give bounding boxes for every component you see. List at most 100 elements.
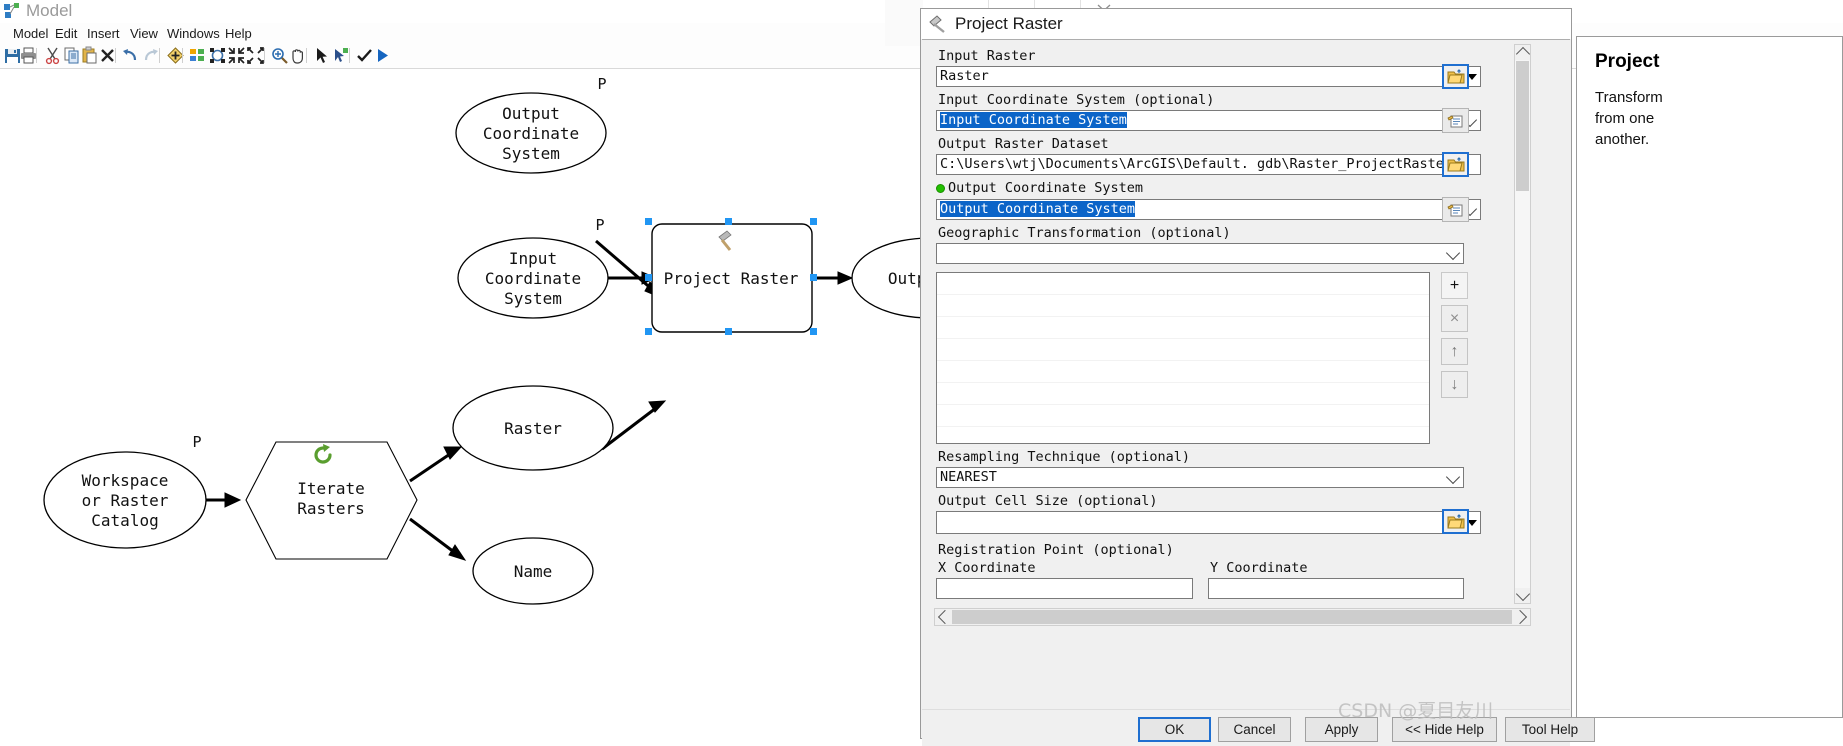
output-coordinate-system-combobox[interactable]: Output Coordinate System (936, 199, 1481, 220)
scroll-right-button[interactable] (1512, 609, 1529, 625)
full-extent-icon[interactable] (208, 46, 227, 65)
hammer-tool-icon (929, 15, 949, 33)
svg-text:Catalog: Catalog (91, 511, 158, 530)
add-row-button[interactable]: + (1441, 272, 1468, 299)
svg-text:Output: Output (502, 104, 560, 123)
list-item[interactable] (937, 273, 1429, 295)
undo-icon[interactable] (121, 46, 140, 65)
node-workspace-or-raster-catalog[interactable]: Workspace or Raster Catalog P (43, 433, 207, 549)
cancel-button[interactable]: Cancel (1218, 717, 1291, 742)
output-raster-dataset-browse-button[interactable] (1442, 152, 1469, 177)
scroll-left-button[interactable] (936, 609, 953, 625)
input-coordinate-system-combobox[interactable]: Input Coordinate System (936, 110, 1481, 131)
node-iterate-rasters[interactable]: Iterate Rasters (245, 441, 418, 560)
auto-layout-icon[interactable] (188, 46, 207, 65)
run-play-icon[interactable] (373, 46, 392, 65)
selection-handle[interactable] (645, 274, 652, 281)
model-window-title: Model (26, 1, 73, 20)
geographic-transformation-combobox[interactable] (936, 243, 1464, 264)
ok-button[interactable]: OK (1138, 717, 1211, 742)
selection-handle[interactable] (810, 328, 817, 335)
svg-text:Workspace: Workspace (82, 471, 169, 490)
zoom-tool-icon[interactable] (270, 46, 289, 65)
list-item[interactable] (937, 405, 1429, 427)
help-title: Project (1595, 51, 1660, 72)
selection-handle[interactable] (810, 274, 817, 281)
output-coordinate-system-properties-button[interactable] (1442, 197, 1469, 222)
resampling-technique-combobox[interactable]: NEAREST (936, 467, 1464, 488)
validate-check-icon[interactable] (355, 46, 374, 65)
scrollbar-thumb[interactable] (1516, 61, 1529, 191)
list-item[interactable] (937, 383, 1429, 405)
input-raster-browse-button[interactable] (1442, 64, 1469, 89)
move-down-button[interactable]: ↓ (1441, 371, 1468, 398)
dialog-horizontal-scrollbar[interactable] (934, 608, 1531, 626)
x-coordinate-input[interactable] (936, 578, 1193, 599)
node-input-coordinate-system[interactable]: Input Coordinate System P (457, 216, 609, 319)
menu-model[interactable]: Model (8, 24, 53, 44)
menu-help[interactable]: Help (220, 24, 257, 44)
remove-row-button[interactable]: × (1441, 305, 1468, 332)
scroll-down-button[interactable] (1515, 586, 1530, 603)
node-output-coordinate-system[interactable]: Output Coordinate System P (455, 75, 607, 174)
list-item[interactable] (937, 317, 1429, 339)
project-raster-dialog: Project Raster Input Raster Raster Input… (920, 8, 1595, 746)
parameter-pane: Input Raster Raster Input Coordinate Sys… (934, 44, 1499, 604)
hscrollbar-thumb[interactable] (952, 610, 1512, 624)
toolbar-separator (115, 48, 116, 63)
selection-handle[interactable] (725, 328, 732, 335)
selection-handle[interactable] (725, 218, 732, 225)
svg-text:System: System (504, 289, 562, 308)
output-raster-dataset-input[interactable]: C:\Users\wtj\Documents\ArcGIS\Default. g… (936, 154, 1481, 175)
tool-help-panel: Project Transform from one another. (1576, 36, 1843, 718)
pan-tool-icon[interactable] (288, 46, 307, 65)
y-coordinate-input[interactable] (1208, 578, 1464, 599)
output-cell-size-browse-button[interactable] (1442, 509, 1469, 534)
selection-handle[interactable] (645, 218, 652, 225)
cut-icon[interactable] (43, 46, 62, 65)
redo-icon[interactable] (141, 46, 160, 65)
zoom-out-extent-icon[interactable] (227, 46, 246, 65)
node-name[interactable]: Name (472, 537, 594, 605)
copy-icon[interactable] (62, 46, 81, 65)
connect-tool-icon[interactable] (331, 46, 350, 65)
input-raster-combobox[interactable]: Raster (936, 66, 1481, 87)
output-cell-size-combobox[interactable] (936, 511, 1481, 534)
menu-edit[interactable]: Edit (50, 24, 82, 44)
paste-icon[interactable] (80, 46, 99, 65)
chevron-down-icon[interactable] (1445, 469, 1461, 484)
list-item[interactable] (937, 427, 1429, 449)
scroll-up-button[interactable] (1515, 45, 1530, 62)
resampling-technique-label: Resampling Technique (optional) (938, 449, 1190, 465)
node-raster[interactable]: Raster (452, 385, 614, 471)
help-body: Transform from one another. (1595, 89, 1663, 148)
menu-insert[interactable]: Insert (82, 24, 125, 44)
select-arrow-icon[interactable] (312, 46, 331, 65)
input-coordinate-system-properties-button[interactable] (1442, 108, 1469, 133)
model-diagram[interactable]: Output Coordinate System P Input Coordin… (0, 69, 930, 737)
output-raster-dataset-label: Output Raster Dataset (938, 136, 1109, 152)
list-item[interactable] (937, 339, 1429, 361)
move-up-button[interactable]: ↑ (1441, 338, 1468, 365)
toolbar-separator (264, 48, 265, 63)
svg-text:Project Raster: Project Raster (664, 269, 799, 288)
geographic-transformation-listbox[interactable] (936, 272, 1430, 449)
toolbar-separator (182, 48, 183, 63)
dialog-vertical-scrollbar[interactable] (1514, 44, 1531, 604)
svg-text:P: P (597, 75, 606, 93)
geographic-transformation-label: Geographic Transformation (optional) (938, 225, 1231, 241)
list-item[interactable] (937, 295, 1429, 317)
dialog-body: Input Raster Raster Input Coordinate Sys… (922, 39, 1570, 710)
menu-windows[interactable]: Windows (162, 24, 225, 44)
list-item[interactable] (937, 361, 1429, 383)
svg-text:P: P (192, 433, 201, 451)
node-output-raster[interactable]: Outpu (851, 237, 930, 319)
menu-view[interactable]: View (125, 24, 163, 44)
chevron-down-icon[interactable] (1445, 245, 1461, 260)
zoom-in-extent-icon[interactable] (246, 46, 265, 65)
selection-handle[interactable] (810, 218, 817, 225)
watermark-text: CSDN @夏目友川 (1338, 700, 1494, 722)
node-project-raster[interactable]: Project Raster (645, 218, 817, 335)
output-raster-dataset-value: C:\Users\wtj\Documents\ArcGIS\Default. g… (940, 156, 1453, 172)
selection-handle[interactable] (645, 328, 652, 335)
